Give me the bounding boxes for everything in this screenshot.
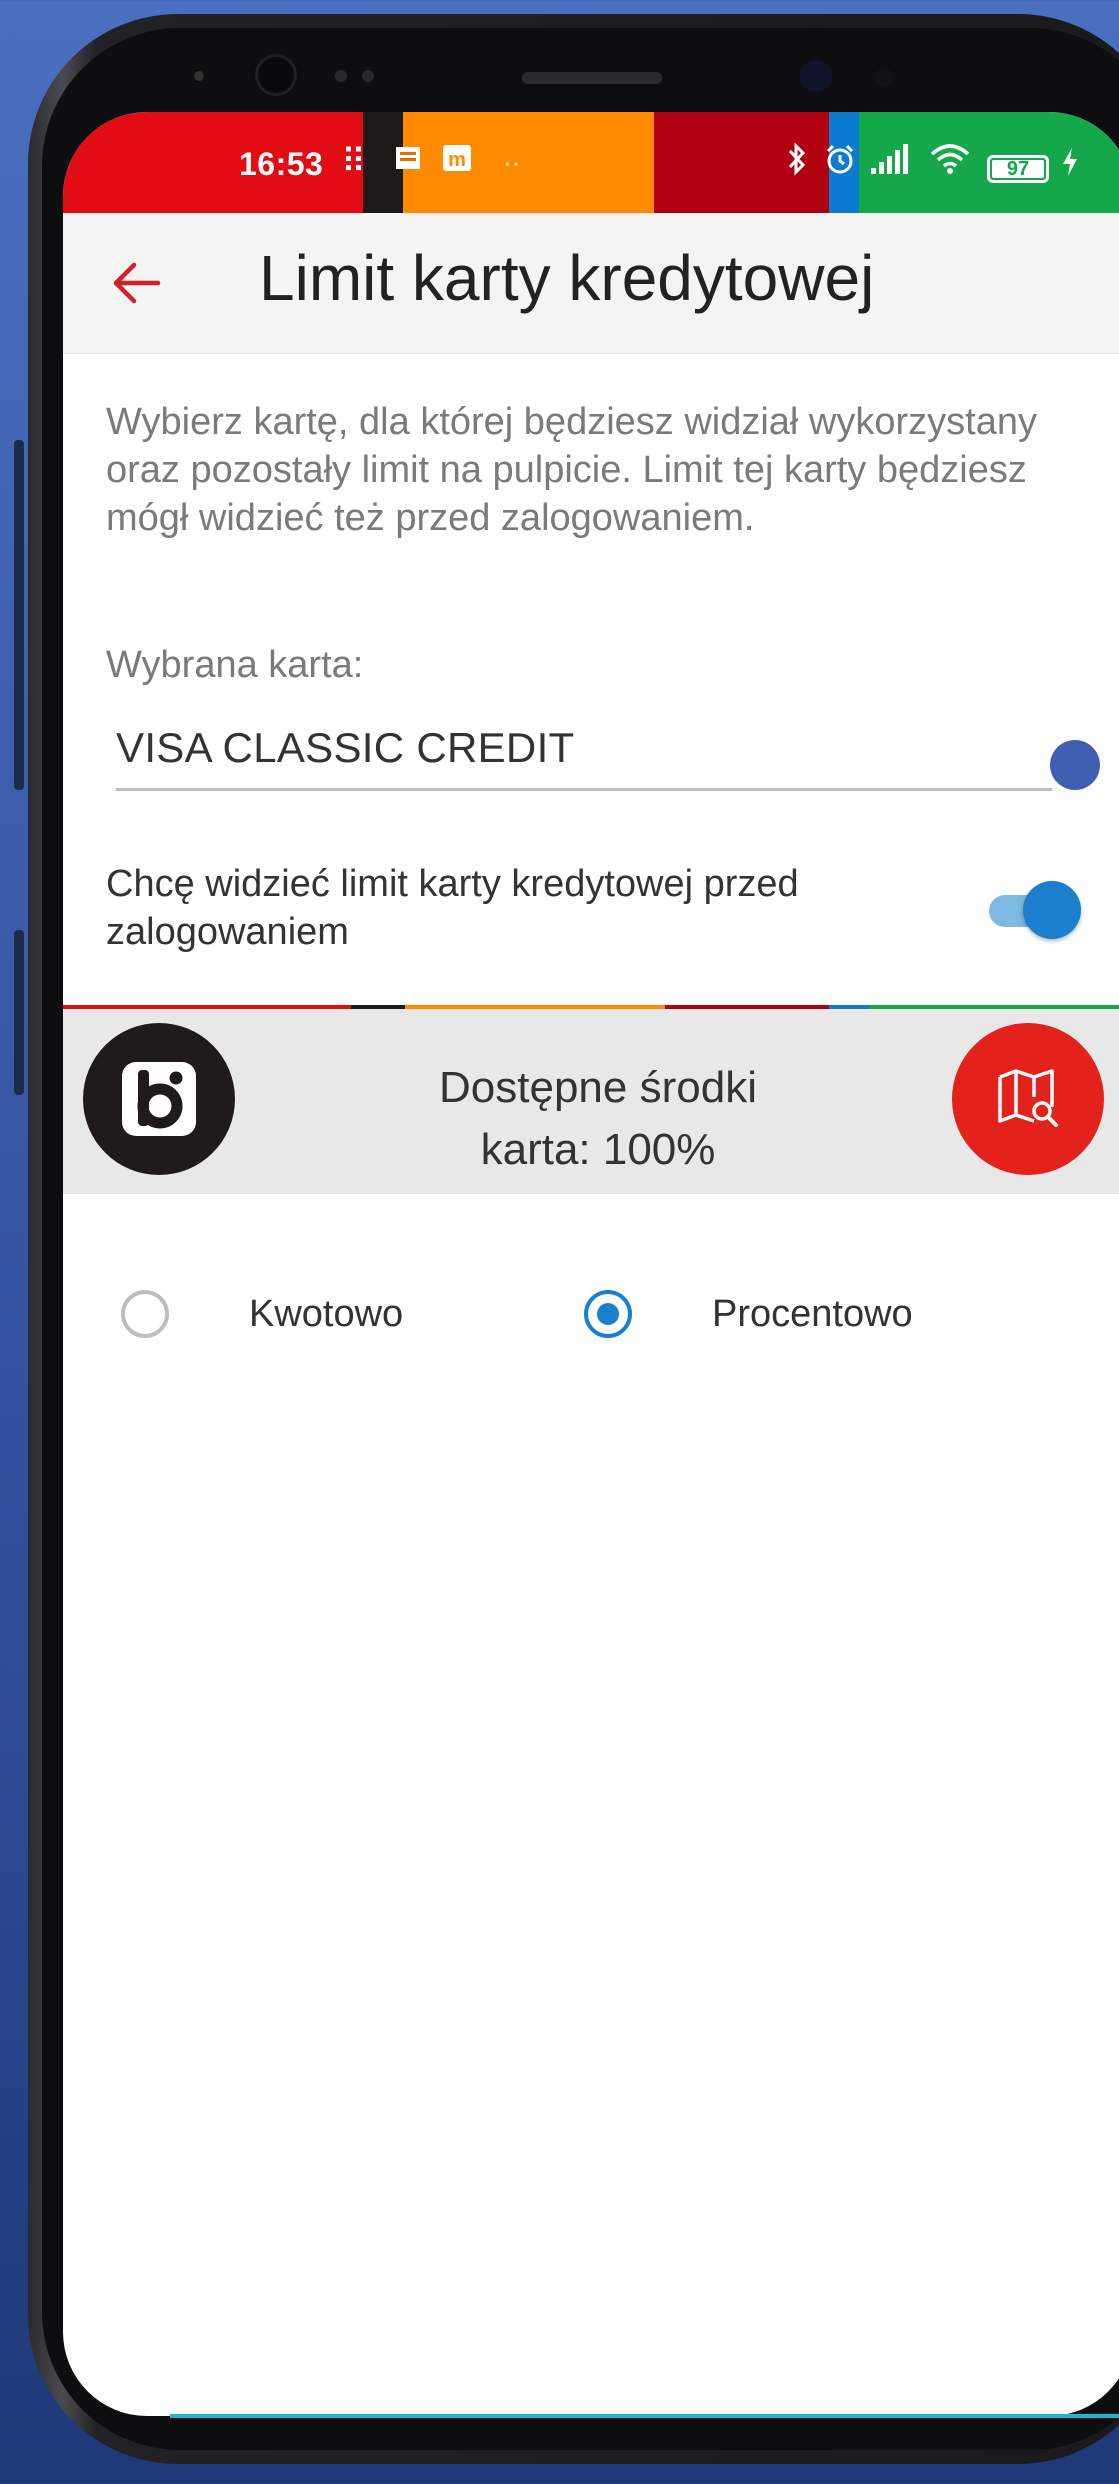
switch-thumb bbox=[1023, 881, 1081, 939]
earpiece-speaker bbox=[522, 72, 662, 84]
charging-icon bbox=[1060, 146, 1080, 187]
notification-app-icon: m bbox=[441, 142, 473, 183]
selected-card-value: VISA CLASSIC CREDIT bbox=[116, 724, 575, 771]
radio-label: Procentowo bbox=[712, 1292, 913, 1335]
selected-card-label: Wybrana karta: bbox=[106, 644, 364, 686]
map-search-button[interactable] bbox=[952, 1023, 1104, 1175]
radio-kwotowo[interactable]: Kwotowo bbox=[121, 1290, 403, 1338]
back-button[interactable] bbox=[103, 249, 171, 317]
card-select-field[interactable]: VISA CLASSIC CREDIT bbox=[116, 724, 1052, 791]
pre-login-toggle-label: Chcę widzieć limit karty kredytowej prze… bbox=[106, 863, 799, 953]
pre-login-toggle-switch[interactable] bbox=[985, 881, 1081, 941]
notification-dots-icon: ⠿ bbox=[341, 143, 366, 181]
widget-preview: Dostępne środki karta: 100% bbox=[63, 1009, 1119, 1194]
widget-line-funds: Dostępne środki bbox=[439, 1063, 757, 1112]
scroll-indicator[interactable] bbox=[1050, 740, 1100, 790]
screen: 16:53 ⠿ m ·· 97 Limit karty kredytowej W… bbox=[63, 112, 1119, 2416]
bluetooth-icon bbox=[785, 142, 809, 185]
notification-message-icon bbox=[393, 142, 423, 182]
description-text: Wybierz kartę, dla której będziesz widzi… bbox=[106, 401, 1037, 539]
power-button bbox=[14, 930, 24, 1095]
radio-label: Kwotowo bbox=[249, 1292, 404, 1335]
battery-level: 97 bbox=[1006, 157, 1030, 180]
radio-procentowo[interactable]: Procentowo bbox=[584, 1290, 913, 1338]
signal-icon bbox=[869, 142, 911, 185]
status-time: 16:53 bbox=[239, 146, 324, 182]
status-bar-content: 16:53 ⠿ m ·· 97 bbox=[63, 112, 1119, 213]
page-title: Limit karty kredytowej bbox=[259, 242, 875, 314]
radio-button-unchecked[interactable] bbox=[121, 1290, 169, 1338]
bank-logo-icon bbox=[122, 1062, 196, 1136]
volume-button bbox=[14, 440, 24, 790]
map-search-icon bbox=[998, 1069, 1058, 1127]
sensor-dot bbox=[875, 68, 893, 86]
radio-button-checked[interactable] bbox=[584, 1290, 632, 1338]
arrow-left-icon bbox=[113, 262, 161, 304]
more-notifications-icon: ·· bbox=[503, 147, 521, 177]
widget-available-funds: Dostępne środki karta: 100% bbox=[283, 1057, 913, 1181]
alarm-icon bbox=[823, 142, 857, 185]
svg-text:m: m bbox=[448, 149, 466, 171]
sensor-dot bbox=[335, 70, 347, 82]
front-camera-secondary bbox=[800, 60, 832, 92]
bank-logo bbox=[83, 1023, 235, 1175]
battery-icon: 97 bbox=[987, 146, 1049, 186]
screen-edge-highlight bbox=[170, 2414, 1119, 2418]
sensor-dot bbox=[362, 70, 374, 82]
widget-line-card: karta: 100% bbox=[480, 1125, 716, 1174]
front-camera bbox=[258, 57, 294, 93]
wifi-icon bbox=[929, 142, 971, 185]
sensor-dot bbox=[194, 71, 204, 81]
app-bar: Limit karty kredytowej bbox=[63, 213, 1119, 354]
